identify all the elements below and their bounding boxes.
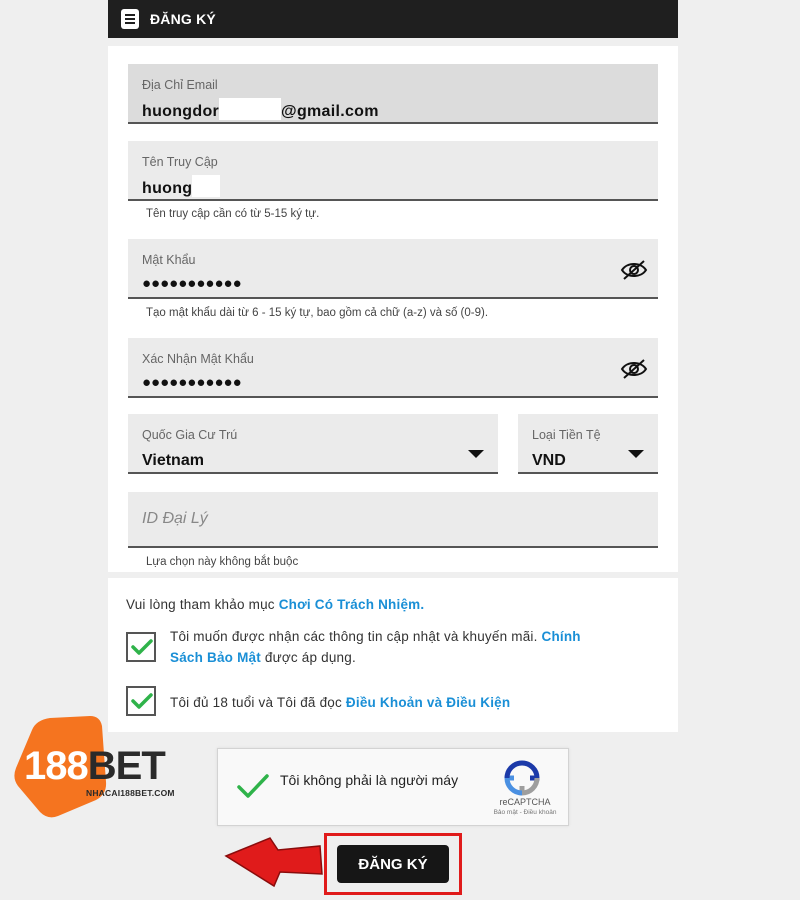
recaptcha-label: Tôi không phải là người máy [280, 772, 459, 788]
country-value: Vietnam [142, 452, 204, 469]
username-value: huong [142, 175, 221, 198]
username-field[interactable]: Tên Truy Cập huong [128, 141, 658, 201]
agent-id-input[interactable] [128, 492, 658, 546]
username-hint: Tên truy cập cần có từ 5-15 ký tự. [146, 208, 320, 220]
red-arrow-icon [224, 837, 323, 888]
confirm-password-label: Xác Nhận Mật Khẩu [142, 352, 254, 366]
currency-label: Loại Tiền Tệ [532, 428, 601, 442]
age-consent-text: Tôi đủ 18 tuổi và Tôi đã đọc Điều Khoản … [170, 695, 511, 710]
currency-select[interactable]: Loại Tiền Tệ VND [518, 414, 658, 474]
registration-form: Địa Chỉ Email huongdor @gmail.com Tên Tru… [108, 46, 678, 572]
password-field[interactable]: Mật Khẩu ●●●●●●●●●●● [128, 239, 658, 299]
form-title: ĐĂNG KÝ [150, 11, 216, 27]
register-submit-button[interactable]: ĐĂNG KÝ [337, 845, 449, 883]
email-value: huongdor @gmail.com [142, 98, 379, 121]
recaptcha-widget: Tôi không phải là người máy reCAPTCHA Bả… [217, 748, 569, 826]
password-value: ●●●●●●●●●●● [142, 275, 242, 292]
promo-consent-text: Tôi muốn được nhận các thông tin cập nhậ… [170, 629, 581, 665]
password-hint: Tạo mật khẩu dài từ 6 - 15 ký tự, bao gồ… [146, 307, 489, 319]
redacted-block [219, 98, 282, 120]
submit-highlight: ĐĂNG KÝ [324, 833, 462, 895]
confirm-password-field[interactable]: Xác Nhận Mật Khẩu ●●●●●●●●●●● [128, 338, 658, 398]
privacy-policy-link[interactable]: Sách Bảo Mật [170, 650, 261, 665]
brand-logo: 188BET NHACAI188BET.COM [10, 712, 190, 822]
redacted-block [192, 175, 221, 197]
document-icon [121, 9, 139, 29]
recaptcha-logo-icon [504, 760, 540, 796]
checkmark-icon [131, 639, 153, 655]
eye-slash-icon[interactable] [620, 358, 648, 380]
caret-down-icon [628, 450, 644, 458]
promo-checkbox[interactable] [126, 632, 156, 662]
agent-id-field [128, 492, 658, 548]
recaptcha-checkmark-icon[interactable] [236, 771, 270, 801]
recaptcha-brand: reCAPTCHA [499, 797, 551, 807]
email-field[interactable]: Địa Chỉ Email huongdor @gmail.com [128, 64, 658, 124]
country-label: Quốc Gia Cư Trú [142, 428, 238, 442]
form-header: ĐĂNG KÝ [108, 0, 678, 38]
consent-section: Vui lòng tham khảo mục Chơi Có Trách Nhi… [108, 578, 678, 732]
checkmark-icon [131, 693, 153, 709]
currency-value: VND [532, 452, 566, 469]
responsible-gaming-text: Vui lòng tham khảo mục Chơi Có Trách Nhi… [126, 597, 425, 612]
responsible-gaming-link[interactable]: Chơi Có Trách Nhiệm. [279, 597, 425, 612]
agent-hint: Lựa chọn này không bắt buộc [146, 556, 299, 568]
eye-slash-icon[interactable] [620, 259, 648, 281]
country-select[interactable]: Quốc Gia Cư Trú Vietnam [128, 414, 498, 474]
logo-wordmark: 188BET [24, 744, 166, 788]
caret-down-icon [468, 450, 484, 458]
username-label: Tên Truy Cập [142, 155, 218, 169]
email-label: Địa Chỉ Email [142, 78, 218, 92]
recaptcha-terms[interactable]: Bảo mật - Điều khoản [482, 809, 568, 816]
confirm-password-value: ●●●●●●●●●●● [142, 374, 242, 391]
logo-subtitle: NHACAI188BET.COM [86, 788, 175, 798]
privacy-policy-link[interactable]: Chính [542, 629, 581, 644]
password-label: Mật Khẩu [142, 253, 196, 267]
terms-link[interactable]: Điều Khoản và Điều Kiện [346, 695, 510, 710]
